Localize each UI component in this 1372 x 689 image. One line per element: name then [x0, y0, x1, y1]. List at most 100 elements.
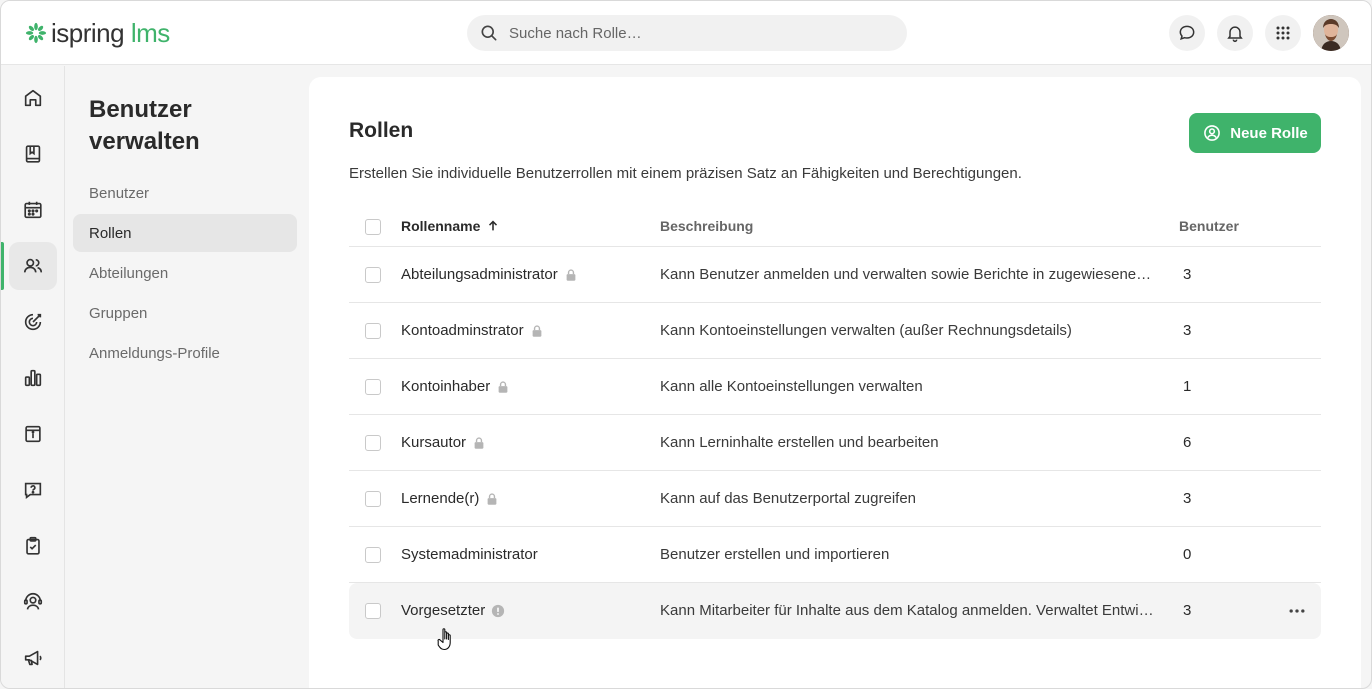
left-rail [1, 66, 65, 688]
rail-active-indicator [1, 242, 4, 290]
column-header-benutzer[interactable]: Benutzer [1179, 218, 1239, 234]
users-icon [23, 258, 43, 273]
row-checkbox[interactable] [365, 379, 381, 395]
book-icon [25, 145, 41, 163]
role-users-count: 0 [1183, 546, 1192, 563]
rail-goals[interactable] [9, 298, 57, 346]
rail-info[interactable] [9, 410, 57, 458]
info-icon[interactable] [491, 604, 505, 618]
search-box[interactable] [467, 15, 907, 51]
role-name: Abteilungsadministrator [401, 266, 558, 283]
role-users-count: 1 [1183, 378, 1192, 395]
megaphone-icon [24, 650, 42, 666]
table-row[interactable]: Systemadministrator Benutzer erstellen u… [349, 527, 1321, 583]
search-icon [481, 25, 497, 41]
subnav-item-benutzer[interactable]: Benutzer [73, 174, 297, 212]
role-description: Kann Lerninhalte erstellen und bearbeite… [660, 434, 939, 451]
roles-table: Rollenname Beschreibung Benutzer Abteilu… [349, 207, 1321, 639]
question-chat-icon [24, 482, 42, 499]
role-name-cell: Kontoinhaber [401, 378, 510, 395]
row-checkbox[interactable] [365, 267, 381, 283]
sort-arrow-up-icon [489, 220, 498, 231]
subnav-item-label: Rollen [89, 224, 132, 242]
rail-reports[interactable] [9, 354, 57, 402]
logo-flower-icon [25, 22, 47, 44]
role-description: Kann auf das Benutzerportal zugreifen [660, 490, 917, 507]
rail-support[interactable] [9, 578, 57, 626]
subnav-item-gruppen[interactable]: Gruppen [73, 294, 297, 332]
table-row[interactable]: Kontoadminstrator Kann Kontoeinstellunge… [349, 303, 1321, 359]
role-users-count: 3 [1183, 322, 1192, 339]
top-bar: ispring lms [1, 1, 1371, 65]
role-users-count: 3 [1183, 490, 1192, 507]
lock-icon [566, 268, 576, 281]
role-name-cell: Kontoadminstrator [401, 322, 544, 339]
lock-icon [532, 324, 541, 337]
table-row[interactable]: Vorgesetzter Kann Mitarbeiter für Inhalt… [349, 583, 1321, 639]
main-card: Rollen Erstellen Sie individuelle Benutz… [309, 77, 1361, 688]
column-header-rollenname[interactable]: Rollenname [401, 218, 500, 234]
notifications-button[interactable] [1217, 15, 1253, 51]
rail-home[interactable] [9, 74, 57, 122]
rail-calendar[interactable] [9, 186, 57, 234]
apps-button[interactable] [1265, 15, 1301, 51]
subnav-title: Benutzer verwalten [89, 96, 200, 155]
user-circle-icon [1204, 125, 1221, 141]
role-name-cell: Vorgesetzter [401, 602, 505, 619]
table-row[interactable]: Abteilungsadministrator Kann Benutzer an… [349, 247, 1321, 303]
role-name-cell: Lernende(r) [401, 490, 499, 507]
table-header: Rollenname Beschreibung Benutzer [349, 207, 1321, 247]
select-all-checkbox[interactable] [365, 219, 381, 235]
subnav-item-anmeldungs-profile[interactable]: Anmeldungs-Profile [73, 334, 297, 372]
app-window: ispring lms Suche nach Rolle… Benutzer v… [0, 0, 1372, 689]
role-users-count: 3 [1183, 602, 1192, 619]
row-checkbox[interactable] [365, 547, 381, 563]
rail-tasks[interactable] [9, 522, 57, 570]
lock-icon [474, 436, 484, 449]
row-more-button[interactable] [1285, 599, 1309, 623]
chat-icon [1179, 25, 1195, 41]
rail-courses[interactable] [9, 130, 57, 178]
subnav-item-abteilungen[interactable]: Abteilungen [73, 254, 297, 292]
user-avatar[interactable] [1313, 15, 1349, 51]
row-checkbox[interactable] [365, 603, 381, 619]
row-checkbox[interactable] [365, 435, 381, 451]
subnav-panel: Benutzer verwalten Benutzer Rollen Abtei… [65, 66, 309, 688]
table-row[interactable]: Kursautor Kann Lerninhalte erstellen und… [349, 415, 1321, 471]
search-input[interactable] [509, 24, 889, 42]
bar-chart-icon [24, 369, 42, 387]
role-description: Kann Kontoeinstellungen verwalten (außer… [660, 322, 1072, 339]
rail-users[interactable] [9, 242, 57, 290]
support-agent-icon [23, 592, 43, 610]
info-panel-icon [25, 425, 41, 443]
role-name: Kontoinhaber [401, 378, 491, 395]
rail-questions[interactable] [9, 466, 57, 514]
row-checkbox[interactable] [365, 323, 381, 339]
bell-icon [1227, 26, 1243, 43]
role-users-count: 3 [1183, 266, 1192, 283]
target-icon [24, 313, 42, 331]
clipboard-check-icon [26, 536, 40, 555]
hand-cursor-icon [437, 628, 451, 651]
new-role-button-label: Neue Rolle [1230, 124, 1308, 142]
role-name-cell: Systemadministrator [401, 546, 538, 563]
role-name-cell: Abteilungsadministrator [401, 266, 578, 283]
lock-icon [498, 380, 508, 393]
table-row[interactable]: Kontoinhaber Kann alle Kontoeinstellunge… [349, 359, 1321, 415]
role-name: Systemadministrator [401, 546, 538, 563]
chat-button[interactable] [1169, 15, 1205, 51]
rail-announcements[interactable] [9, 634, 57, 682]
table-row[interactable]: Lernende(r) Kann auf das Benutzerportal … [349, 471, 1321, 527]
avatar-portrait-icon [1313, 15, 1349, 51]
row-checkbox[interactable] [365, 491, 381, 507]
subnav-item-rollen[interactable]: Rollen [73, 214, 297, 252]
role-name: Vorgesetzter [401, 602, 486, 619]
role-description: Kann Mitarbeiter für Inhalte aus dem Kat… [660, 602, 1154, 619]
subnav-item-label: Abteilungen [89, 264, 169, 282]
page-description: Erstellen Sie individuelle Benutzerrolle… [349, 165, 1022, 182]
column-header-beschreibung[interactable]: Beschreibung [660, 218, 753, 234]
logo[interactable]: ispring lms [25, 18, 170, 48]
subnav-item-label: Anmeldungs-Profile [89, 344, 220, 362]
calendar-icon [24, 201, 42, 219]
new-role-button[interactable]: Neue Rolle [1189, 113, 1321, 153]
